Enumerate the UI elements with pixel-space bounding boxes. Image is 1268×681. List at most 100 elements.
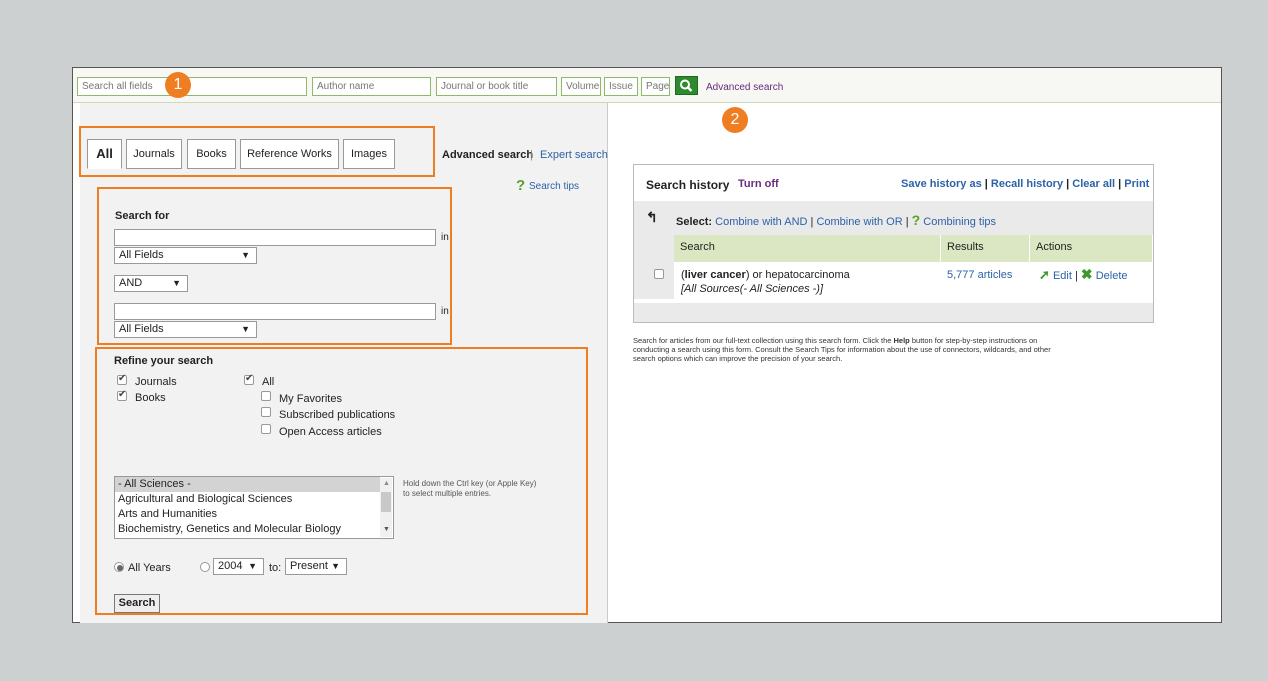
row-select-checkbox[interactable] (654, 269, 664, 279)
search-history-panel: Search history Turn off Save history as … (633, 164, 1154, 323)
callout-1: 1 (165, 72, 191, 98)
year-range-radio[interactable] (200, 562, 210, 572)
clear-all-link[interactable]: Clear all (1072, 178, 1115, 190)
list-item[interactable]: Agricultural and Biological Sciences (115, 492, 393, 507)
year-to-value: Present (290, 560, 328, 572)
author-name-input[interactable]: Author name (312, 77, 431, 96)
row-sources: [All Sources(- All Sciences -)] (681, 283, 824, 295)
operator-value: AND (119, 277, 143, 289)
turn-off-link[interactable]: Turn off (738, 178, 779, 190)
print-link[interactable]: Print (1124, 178, 1149, 190)
desc-line1-post: button for step-by-step instructions on (909, 336, 1038, 345)
combine-and-link[interactable]: Combine with AND (715, 216, 807, 228)
combine-or-link[interactable]: Combine with OR (816, 216, 902, 228)
list-item[interactable]: Biochemistry, Genetics and Molecular Bio… (115, 522, 393, 537)
in-label-1: in (441, 232, 449, 243)
separator: | (1118, 178, 1122, 190)
combining-tips-link[interactable]: Combining tips (923, 216, 996, 228)
column-header-actions: Actions (1030, 235, 1153, 262)
search-button[interactable]: Search (114, 594, 160, 613)
list-item[interactable]: Arts and Humanities (115, 507, 393, 522)
query-bold-term: liver cancer (684, 269, 746, 281)
my-favorites-label: My Favorites (279, 393, 342, 405)
desc-line1-pre: Search for articles from our full-text c… (633, 336, 894, 345)
to-label: to: (269, 562, 282, 574)
journals-checkbox[interactable] (117, 373, 127, 385)
field-2-select[interactable]: All Fields ▼ (114, 321, 257, 338)
description-line-3: search options which can improve the pre… (633, 354, 843, 363)
all-access-label: All (262, 376, 275, 388)
journal-title-input[interactable]: Journal or book title (436, 77, 557, 96)
subject-listbox[interactable]: - All Sciences - Agricultural and Biolog… (114, 476, 394, 539)
chevron-down-icon: ▼ (248, 561, 257, 571)
scroll-thumb[interactable] (381, 492, 391, 512)
refine-heading: Refine your search (114, 355, 214, 367)
my-favorites-checkbox[interactable] (261, 391, 271, 401)
history-footer (634, 303, 1153, 322)
delete-link[interactable]: Delete (1096, 270, 1128, 282)
description-line-2: conducting a search using this form. Con… (633, 345, 1051, 354)
books-checkbox[interactable] (117, 389, 127, 401)
chevron-down-icon: ▼ (172, 278, 181, 288)
combine-bar: ↰ Select: Combine with AND | Combine wit… (634, 201, 1153, 235)
year-from-select[interactable]: 2004 ▼ (213, 558, 264, 575)
field-2-value: All Fields (119, 323, 164, 335)
combine-options: Select: Combine with AND | Combine with … (676, 212, 996, 228)
quick-search-button[interactable] (675, 76, 698, 95)
search-term-2-input[interactable] (114, 303, 436, 320)
recall-history-link[interactable]: Recall history (991, 178, 1063, 190)
separator: | (984, 178, 988, 190)
listbox-scrollbar[interactable]: ▲ ▼ (380, 478, 392, 537)
year-from-value: 2004 (218, 560, 243, 572)
search-icon (680, 79, 693, 92)
year-to-select[interactable]: Present ▼ (285, 558, 347, 575)
hint-line-1: Hold down the Ctrl key (or Apple Key) (403, 479, 537, 488)
description-line-1: Search for articles from our full-text c… (633, 336, 1163, 345)
chevron-down-icon: ▼ (241, 324, 250, 334)
hint-line-2: to select multiple entries. (403, 489, 492, 498)
advanced-search-mode[interactable]: Advanced search (442, 149, 533, 161)
all-access-checkbox[interactable] (244, 373, 254, 385)
advanced-search-link[interactable]: Advanced search (706, 82, 783, 93)
column-header-search: Search (674, 235, 941, 262)
search-all-fields-input[interactable]: Search all fields (77, 77, 307, 96)
operator-select[interactable]: AND ▼ (114, 275, 188, 292)
search-for-heading: Search for (115, 210, 170, 222)
scroll-up-icon: ▲ (383, 480, 390, 487)
select-label: Select: (676, 216, 713, 228)
quick-search-bar: Search all fields Author name Journal or… (73, 68, 1221, 103)
separator: | (1075, 270, 1078, 282)
row-results-link[interactable]: 5,777 articles (947, 269, 1012, 281)
edit-arrow-icon: ➚ (1039, 267, 1050, 282)
separator: | (1066, 178, 1070, 190)
chevron-down-icon: ▼ (241, 250, 250, 260)
help-question-icon: ? (516, 177, 526, 194)
delete-x-icon: ✖ (1080, 266, 1093, 282)
subscribed-label: Subscribed publications (279, 409, 396, 421)
help-word: Help (893, 336, 910, 345)
books-label: Books (135, 392, 166, 404)
list-item[interactable]: - All Sciences - (115, 477, 380, 492)
search-term-1-input[interactable] (114, 229, 436, 246)
help-question-icon: ? (911, 212, 921, 228)
tabs-highlight-box (79, 126, 435, 177)
subscribed-checkbox[interactable] (261, 407, 271, 417)
history-actions: Save history as | Recall history | Clear… (901, 178, 1149, 190)
expert-search-link[interactable]: Expert search (540, 149, 608, 161)
combine-arrow-icon: ↰ (646, 209, 658, 225)
field-1-select[interactable]: All Fields ▼ (114, 247, 257, 264)
all-years-radio[interactable] (114, 562, 124, 572)
chevron-down-icon: ▼ (331, 561, 340, 571)
search-tips-link[interactable]: Search tips (529, 181, 579, 192)
column-header-results: Results (941, 235, 1030, 262)
page-input[interactable]: Page (641, 77, 670, 96)
scroll-down-icon: ▼ (383, 526, 390, 533)
volume-input[interactable]: Volume (561, 77, 601, 96)
issue-input[interactable]: Issue (604, 77, 638, 96)
edit-link[interactable]: Edit (1053, 270, 1072, 282)
save-history-link[interactable]: Save history as (901, 178, 982, 190)
open-access-checkbox[interactable] (261, 424, 271, 434)
separator: | (905, 216, 909, 228)
callout-2: 2 (722, 107, 748, 133)
multi-select-hint: Hold down the Ctrl key (or Apple Key) to… (403, 479, 536, 499)
